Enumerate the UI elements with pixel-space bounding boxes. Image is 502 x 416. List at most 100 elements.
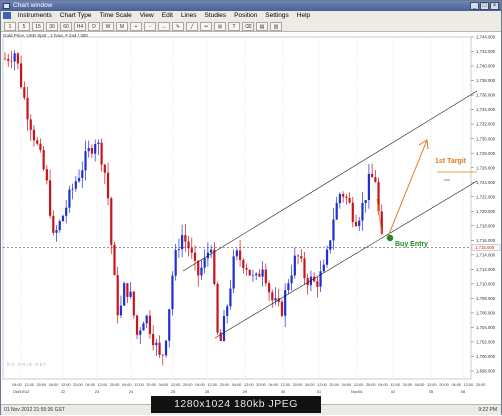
image-caption: 1280x1024 180kb JPEG	[151, 396, 321, 413]
candle-body	[329, 240, 332, 250]
price-label: 1,712.000	[476, 267, 496, 272]
time-label: 12:00	[207, 383, 217, 387]
candle-body	[193, 252, 197, 261]
candle-body	[319, 271, 322, 287]
candle-body	[238, 250, 242, 260]
toolbar-button-10[interactable]: -	[144, 22, 156, 31]
price-label: 1,728.000	[476, 151, 496, 156]
candle-body	[216, 284, 219, 333]
toolbar-button-12[interactable]: ✎	[172, 22, 184, 31]
candle-body	[10, 60, 13, 62]
toolbar-button-9[interactable]: +	[130, 22, 142, 31]
menu-position[interactable]: Position	[230, 11, 261, 21]
toolbar-button-8[interactable]: M	[116, 22, 128, 31]
candle-body	[364, 200, 367, 203]
price-chart[interactable]: 1,744.000 1,742.000 1,740.000 1,738.000 1,73…	[1, 33, 501, 403]
menu-edit[interactable]: Edit	[158, 11, 177, 21]
price-label: 1,734.000	[476, 107, 496, 112]
toolbar-button-19[interactable]: ▥	[270, 22, 282, 31]
candle-body	[284, 290, 287, 316]
toolbar-button-18[interactable]: ▤	[256, 22, 268, 31]
candle-body	[52, 215, 55, 233]
menu-studies[interactable]: Studies	[200, 11, 230, 21]
candle-body	[280, 301, 284, 316]
time-label: 12:00	[244, 383, 254, 387]
time-label: 20:00	[183, 383, 193, 387]
plot-frame	[2, 36, 472, 380]
time-label: 12:00	[61, 383, 71, 387]
price-label: 1,722.000	[476, 194, 496, 199]
menu-bar: Instruments Chart Type Time Scale View Edit L…	[1, 11, 501, 21]
time-label: 04:00	[268, 383, 278, 387]
toolbar-button-13[interactable]: ╱	[186, 22, 198, 31]
title-bar[interactable]: Chart window _ □ ×	[1, 1, 501, 11]
menu-settings[interactable]: Settings	[261, 11, 293, 21]
candle-body	[139, 330, 142, 335]
candle-body	[7, 58, 10, 61]
menu-instruments[interactable]: Instruments	[14, 11, 56, 21]
time-label: 04:00	[49, 383, 59, 387]
candle-body	[177, 249, 180, 251]
time-label: 12:00	[24, 383, 34, 387]
toolbar-button-5[interactable]: H4	[74, 22, 86, 31]
maximize-button[interactable]: □	[480, 2, 489, 10]
candle-body	[97, 142, 100, 145]
candle-body	[61, 215, 65, 222]
toolbar-button-7[interactable]: W	[102, 22, 114, 31]
price-label: 1,698.000	[476, 369, 496, 374]
candle-body	[171, 275, 174, 310]
menu-chart-type[interactable]: Chart Type	[56, 11, 96, 21]
toolbar: 1 5 15 30 60 H4 D W M + - ↔ ✎ ╱ ═ ⊞ T ⌫ ▤ ▥	[1, 21, 501, 32]
toolbar-button-0[interactable]: 1	[4, 22, 16, 31]
toolbar-button-15[interactable]: ⊞	[214, 22, 226, 31]
chart-area[interactable]: 1,744.000 1,742.000 1,740.000 1,738.000 1,73…	[1, 33, 501, 403]
date-label: 23	[95, 390, 99, 394]
price-label: 1,730.000	[476, 136, 496, 141]
toolbar-button-17[interactable]: ⌫	[242, 22, 254, 31]
minimize-button[interactable]: _	[470, 2, 479, 10]
candle-body	[152, 334, 155, 346]
date-label: 06	[461, 390, 465, 394]
toolbar-button-2[interactable]: 15	[32, 22, 44, 31]
candle-body	[345, 196, 348, 198]
candle-body	[20, 63, 23, 88]
menu-view[interactable]: View	[136, 11, 158, 21]
target-label: 1st Targit	[435, 158, 467, 165]
price-label: 1,716.000	[476, 238, 496, 243]
time-label: 04:00	[122, 383, 132, 387]
candle-body	[135, 315, 139, 335]
time-label: 20:00	[403, 383, 413, 387]
menu-lines[interactable]: Lines	[177, 11, 201, 21]
candle-body	[367, 173, 370, 201]
close-button[interactable]: ×	[490, 2, 499, 10]
candle-body	[210, 249, 213, 253]
toolbar-button-1[interactable]: 5	[18, 22, 30, 31]
candle-body	[116, 275, 119, 316]
date-label: 24	[129, 390, 133, 394]
toolbar-button-4[interactable]: 60	[60, 22, 72, 31]
candle-body	[338, 194, 342, 204]
app-icon	[3, 3, 10, 9]
candle-body	[77, 177, 81, 182]
toolbar-button-14[interactable]: ═	[200, 22, 212, 31]
menu-help[interactable]: Help	[293, 11, 314, 21]
toolbar-button-11[interactable]: ↔	[158, 22, 170, 31]
toolbar-button-16[interactable]: T	[228, 22, 240, 31]
candle-body	[113, 244, 116, 276]
time-label: 20:00	[110, 383, 120, 387]
time-label: 12:00	[354, 383, 364, 387]
candle-body	[187, 241, 190, 249]
candle-body	[110, 198, 113, 245]
time-label: 20:00	[329, 383, 339, 387]
candle-body	[197, 260, 200, 276]
time-label: 12:00	[98, 383, 108, 387]
candle-body	[332, 219, 335, 241]
candle-body	[229, 288, 232, 307]
candle-body	[251, 275, 255, 276]
menu-time-scale[interactable]: Time Scale	[95, 11, 135, 21]
toolbar-button-3[interactable]: 30	[46, 22, 58, 31]
price-label: 1,710.000	[476, 281, 496, 286]
candle-body	[358, 220, 361, 226]
toolbar-button-6[interactable]: D	[88, 22, 100, 31]
candle-body	[200, 267, 203, 276]
